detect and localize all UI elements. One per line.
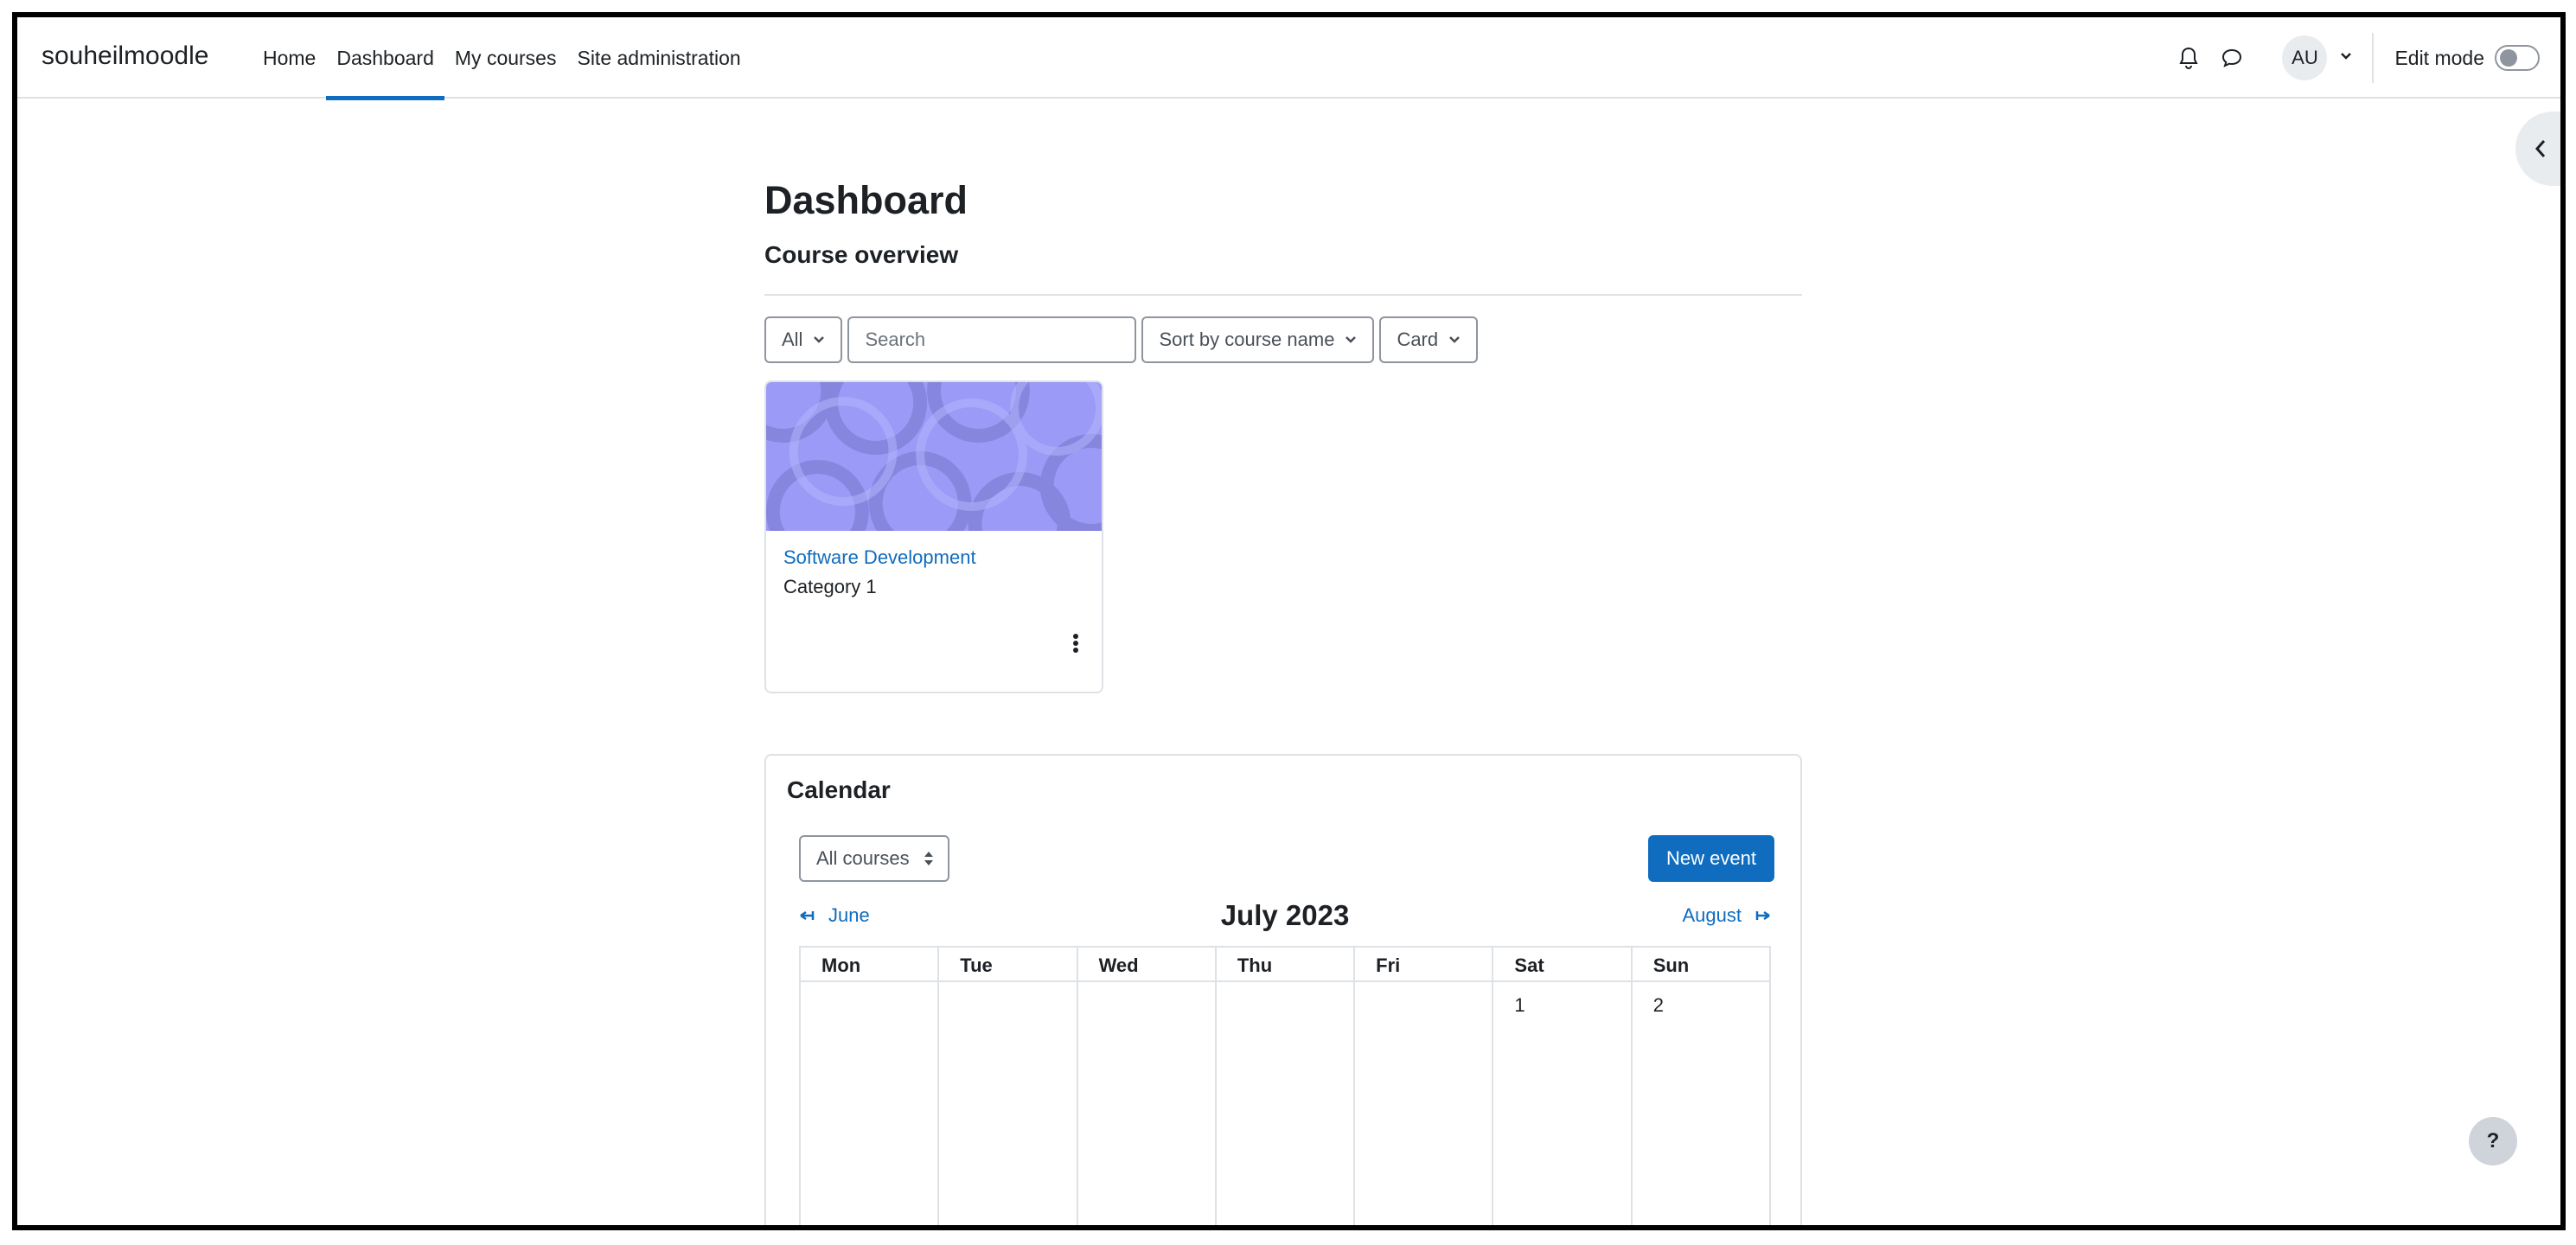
course-image[interactable]	[766, 382, 1102, 531]
weekday-thu: Thu	[1214, 948, 1353, 980]
page-title: Dashboard	[764, 178, 968, 222]
arrow-right-icon	[1755, 910, 1770, 921]
calendar-weekday-header: Mon Tue Wed Thu Fri Sat Sun	[799, 946, 1771, 982]
top-navbar: souheilmoodle Home Dashboard My courses …	[17, 17, 2560, 100]
weekday-sat: Sat	[1492, 948, 1630, 980]
new-event-button[interactable]: New event	[1648, 835, 1774, 882]
nav-my-courses[interactable]: My courses	[444, 17, 567, 99]
browser-viewport: souheilmoodle Home Dashboard My courses …	[12, 12, 2566, 1230]
next-month-label: August	[1682, 904, 1742, 926]
weekday-mon: Mon	[821, 954, 861, 976]
sort-value: Sort by course name	[1159, 329, 1335, 350]
current-month-title: July 2023	[1220, 899, 1350, 931]
navbar-user-area: AU Edit mode	[2171, 17, 2560, 99]
nav-home[interactable]: Home	[252, 17, 326, 99]
notifications-bell-icon[interactable]	[2171, 41, 2206, 75]
chevron-down-icon	[814, 336, 825, 343]
nav-site-administration[interactable]: Site administration	[566, 17, 751, 99]
view-value: Card	[1397, 329, 1439, 350]
help-button[interactable]: ?	[2469, 1117, 2517, 1165]
edit-mode-label: Edit mode	[2394, 46, 2484, 69]
messages-chat-icon[interactable]	[2215, 41, 2249, 75]
course-overview-title: Course overview	[764, 241, 959, 268]
calendar-block: Calendar All courses New event June July…	[764, 754, 1802, 1225]
calendar-day-sat-1[interactable]: 1	[1492, 982, 1630, 1225]
primary-navigation: Home Dashboard My courses Site administr…	[252, 17, 751, 100]
grouping-value: All	[782, 329, 803, 350]
calendar-week-row: 1 2	[799, 982, 1771, 1225]
open-block-drawer-chevron-left-icon[interactable]	[2515, 112, 2560, 186]
calendar-grid: Mon Tue Wed Thu Fri Sat Sun 1 2	[799, 946, 1771, 1225]
course-search-input[interactable]	[847, 316, 1137, 363]
course-actions-kebab-icon[interactable]	[1058, 626, 1093, 661]
calendar-day-cell	[937, 982, 1076, 1225]
calendar-day-cell	[1076, 982, 1215, 1225]
grouping-dropdown[interactable]: All	[764, 316, 843, 363]
calendar-course-value: All courses	[816, 847, 910, 869]
calendar-day-cell	[1353, 982, 1492, 1225]
view-dropdown[interactable]: Card	[1379, 316, 1479, 363]
screenshot-frame: souheilmoodle Home Dashboard My courses …	[0, 0, 2576, 1245]
next-month-link[interactable]: August	[1683, 904, 1772, 927]
calendar-day-cell	[801, 982, 937, 1225]
course-name-link[interactable]: Software Development	[783, 546, 976, 569]
calendar-day-cell	[1214, 982, 1353, 1225]
sort-updown-icon	[924, 852, 933, 865]
chevron-down-icon	[1346, 336, 1357, 343]
course-filters: All Sort by course name Card	[764, 316, 1483, 363]
calendar-day-sun-2[interactable]: 2	[1630, 982, 1769, 1225]
sort-dropdown[interactable]: Sort by course name	[1141, 316, 1375, 363]
weekday-wed: Wed	[1076, 948, 1215, 980]
calendar-month-nav: June July 2023 August	[799, 899, 1771, 934]
site-brand[interactable]: souheilmoodle	[42, 42, 208, 71]
calendar-course-select[interactable]: All courses	[799, 835, 949, 882]
edit-mode-toggle[interactable]	[2495, 45, 2540, 71]
navbar-divider	[2372, 33, 2375, 83]
chevron-down-icon	[1449, 336, 1461, 343]
user-avatar[interactable]: AU	[2282, 35, 2328, 80]
weekday-sun: Sun	[1630, 948, 1769, 980]
weekday-fri: Fri	[1353, 948, 1492, 980]
calendar-title: Calendar	[787, 776, 891, 803]
nav-dashboard[interactable]: Dashboard	[326, 17, 444, 100]
user-menu-chevron-down-icon[interactable]	[2339, 50, 2353, 66]
divider	[764, 294, 1802, 296]
toggle-knob	[2500, 49, 2517, 67]
weekday-tue: Tue	[937, 948, 1076, 980]
course-category: Category 1	[783, 576, 877, 597]
course-card[interactable]: Software Development Category 1	[764, 380, 1103, 693]
